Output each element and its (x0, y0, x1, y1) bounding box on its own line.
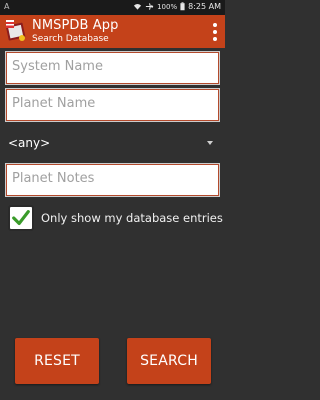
planet-notes-field[interactable] (5, 163, 220, 197)
reset-button[interactable]: RESET (15, 338, 99, 384)
app-bar: NMSPDB App Search Database (0, 15, 225, 48)
app-subtitle: Search Database (32, 34, 109, 44)
planet-name-input[interactable] (12, 96, 213, 111)
airplane-icon (145, 3, 154, 10)
system-name-field[interactable] (5, 51, 220, 85)
battery-icon (180, 2, 185, 11)
planet-name-field[interactable] (5, 88, 220, 122)
only-mine-checkbox-row[interactable]: Only show my database entries (8, 204, 223, 232)
status-left-text: A (4, 2, 10, 11)
checkmark-icon (12, 210, 30, 226)
status-right: 100% 8:25 AM (133, 2, 221, 11)
dropdown-caret-icon (207, 141, 213, 145)
search-button[interactable]: SEARCH (127, 338, 211, 384)
app-title: NMSPDB App (32, 18, 119, 33)
planet-notes-input[interactable] (12, 171, 213, 186)
status-bar: A 100% 8:25 AM (0, 0, 225, 15)
wifi-icon (133, 4, 142, 10)
system-name-input[interactable] (12, 59, 213, 74)
app-logo-icon (5, 20, 26, 41)
battery-percent: 100% (157, 2, 178, 11)
type-select-value: <any> (8, 136, 51, 150)
only-mine-checkbox[interactable] (8, 205, 34, 231)
only-mine-label: Only show my database entries (41, 211, 223, 225)
status-time: 8:25 AM (188, 2, 221, 11)
type-select[interactable]: <any> (5, 132, 220, 154)
overflow-menu-icon[interactable] (212, 23, 218, 41)
